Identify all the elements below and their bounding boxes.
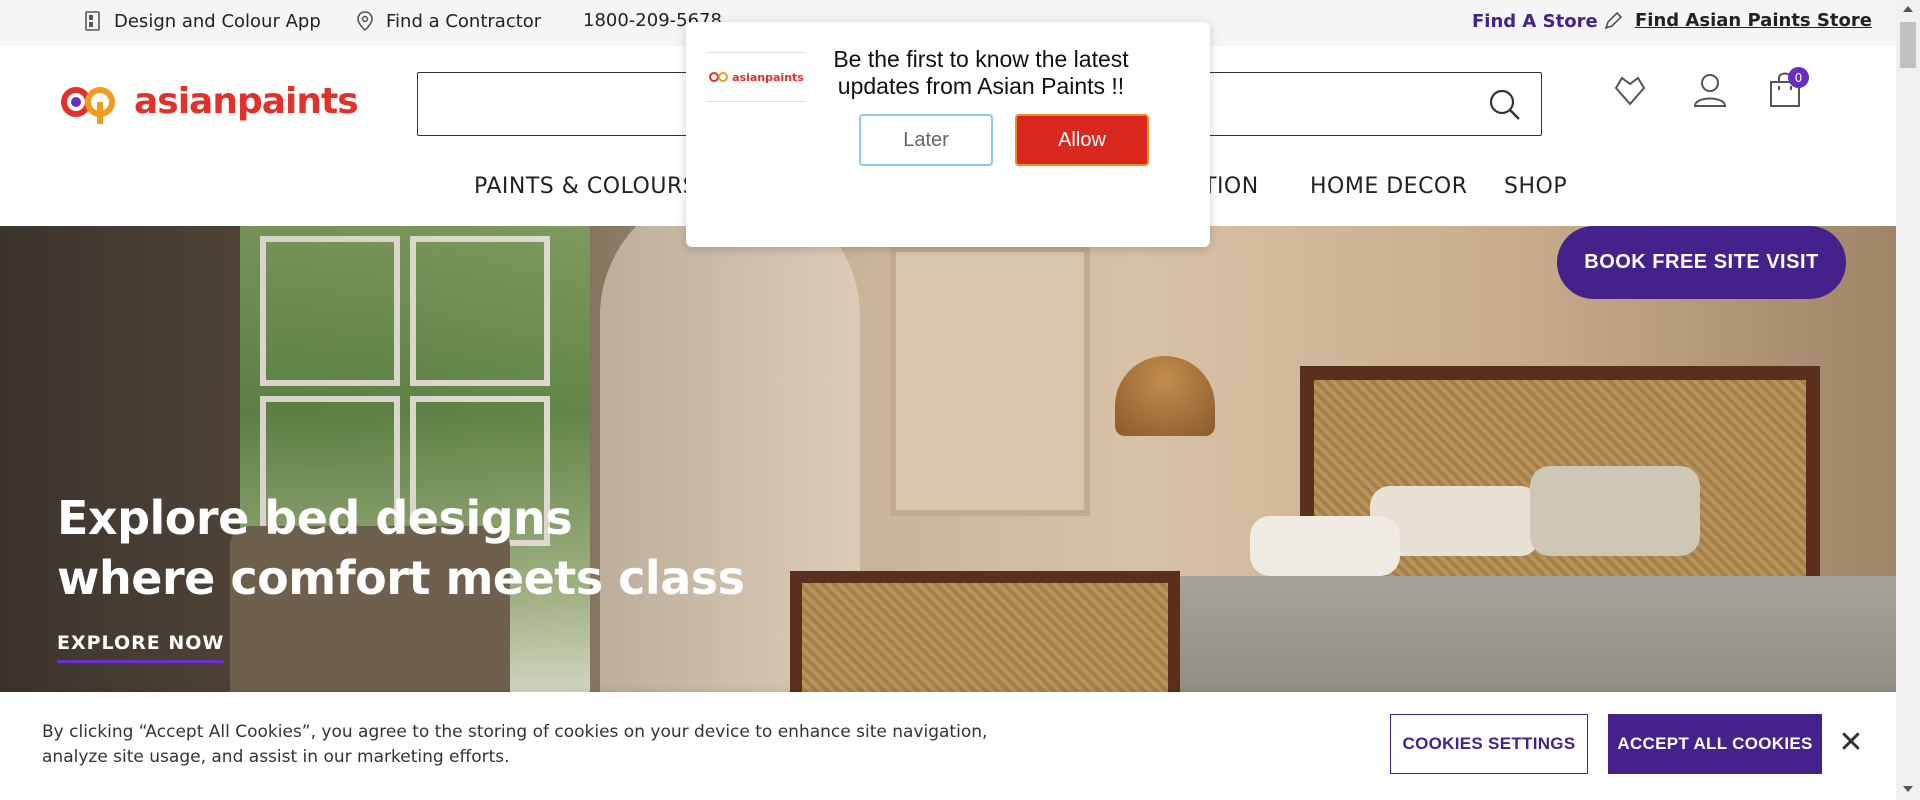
logo-text: asianpaints xyxy=(134,80,359,122)
cookies-settings-button[interactable]: COOKIES SETTINGS xyxy=(1390,714,1588,774)
nav-paints-colours[interactable]: PAINTS & COLOURS xyxy=(474,174,697,199)
design-app-link[interactable]: Design and Colour App xyxy=(82,10,321,32)
scroll-up-arrow-icon[interactable] xyxy=(1903,6,1913,12)
popup-logo: asianpaints xyxy=(706,52,806,102)
popup-message: Be the first to know the latest updates … xyxy=(833,46,1129,99)
find-a-store-link[interactable]: Find A Store xyxy=(1472,10,1624,32)
explore-now-link[interactable]: EXPLORE NOW xyxy=(57,632,225,663)
hero-wall-art-image xyxy=(890,246,1090,516)
design-app-label: Design and Colour App xyxy=(114,10,321,32)
nav-inspiration[interactable]: TION xyxy=(1203,174,1259,199)
hero-pillow-image xyxy=(1530,466,1700,556)
phone-app-icon xyxy=(85,11,100,31)
book-free-site-visit-button[interactable]: BOOK FREE SITE VISIT xyxy=(1557,226,1846,299)
nav-home-decor[interactable]: HOME DECOR xyxy=(1310,174,1468,199)
hero-pillow-image xyxy=(1250,516,1400,576)
asian-paints-logo[interactable]: asianpaints xyxy=(58,76,359,126)
location-pin-icon xyxy=(357,11,373,32)
wishlist-heart-icon[interactable] xyxy=(1610,70,1650,110)
hero-title: Explore bed designs where comfort meets … xyxy=(57,488,745,608)
later-button[interactable]: Later xyxy=(859,114,993,166)
search-icon[interactable] xyxy=(1487,87,1523,123)
find-asian-paints-store-link[interactable]: Find Asian Paints Store xyxy=(1635,10,1872,31)
logo-mark-icon xyxy=(61,87,116,124)
find-contractor-label: Find a Contractor xyxy=(386,10,542,32)
accept-all-cookies-button[interactable]: ACCEPT ALL COOKIES xyxy=(1608,714,1822,774)
cookie-consent-text: By clicking “Accept All Cookies”, you ag… xyxy=(42,722,988,767)
close-icon[interactable]: ✕ xyxy=(1836,728,1866,758)
cookie-consent-bar: By clicking “Accept All Cookies”, you ag… xyxy=(0,692,1896,800)
find-a-store-label: Find A Store xyxy=(1472,10,1598,32)
pencil-icon xyxy=(1604,11,1622,30)
allow-button[interactable]: Allow xyxy=(1015,114,1149,166)
user-account-icon[interactable] xyxy=(1690,70,1730,110)
find-contractor-link[interactable]: Find a Contractor xyxy=(354,10,541,32)
hero-lamp-image xyxy=(1115,356,1215,436)
find-asian-paints-store-label: Find Asian Paints Store xyxy=(1635,10,1872,31)
logo-mark-icon xyxy=(709,72,729,82)
hero-title-line-2: where comfort meets class xyxy=(57,551,745,605)
hero-footboard-image xyxy=(790,571,1180,692)
hero-title-line-1: Explore bed designs xyxy=(57,491,573,545)
nav-shop[interactable]: SHOP xyxy=(1504,174,1567,199)
page-scrollbar[interactable] xyxy=(1896,0,1920,800)
cart-count-badge: 0 xyxy=(1788,67,1809,88)
scroll-thumb[interactable] xyxy=(1900,22,1916,68)
notification-permission-popup: asianpaints Be the first to know the lat… xyxy=(686,22,1210,247)
popup-logo-text: asianpaints xyxy=(732,70,804,84)
scroll-down-arrow-icon[interactable] xyxy=(1903,786,1913,792)
